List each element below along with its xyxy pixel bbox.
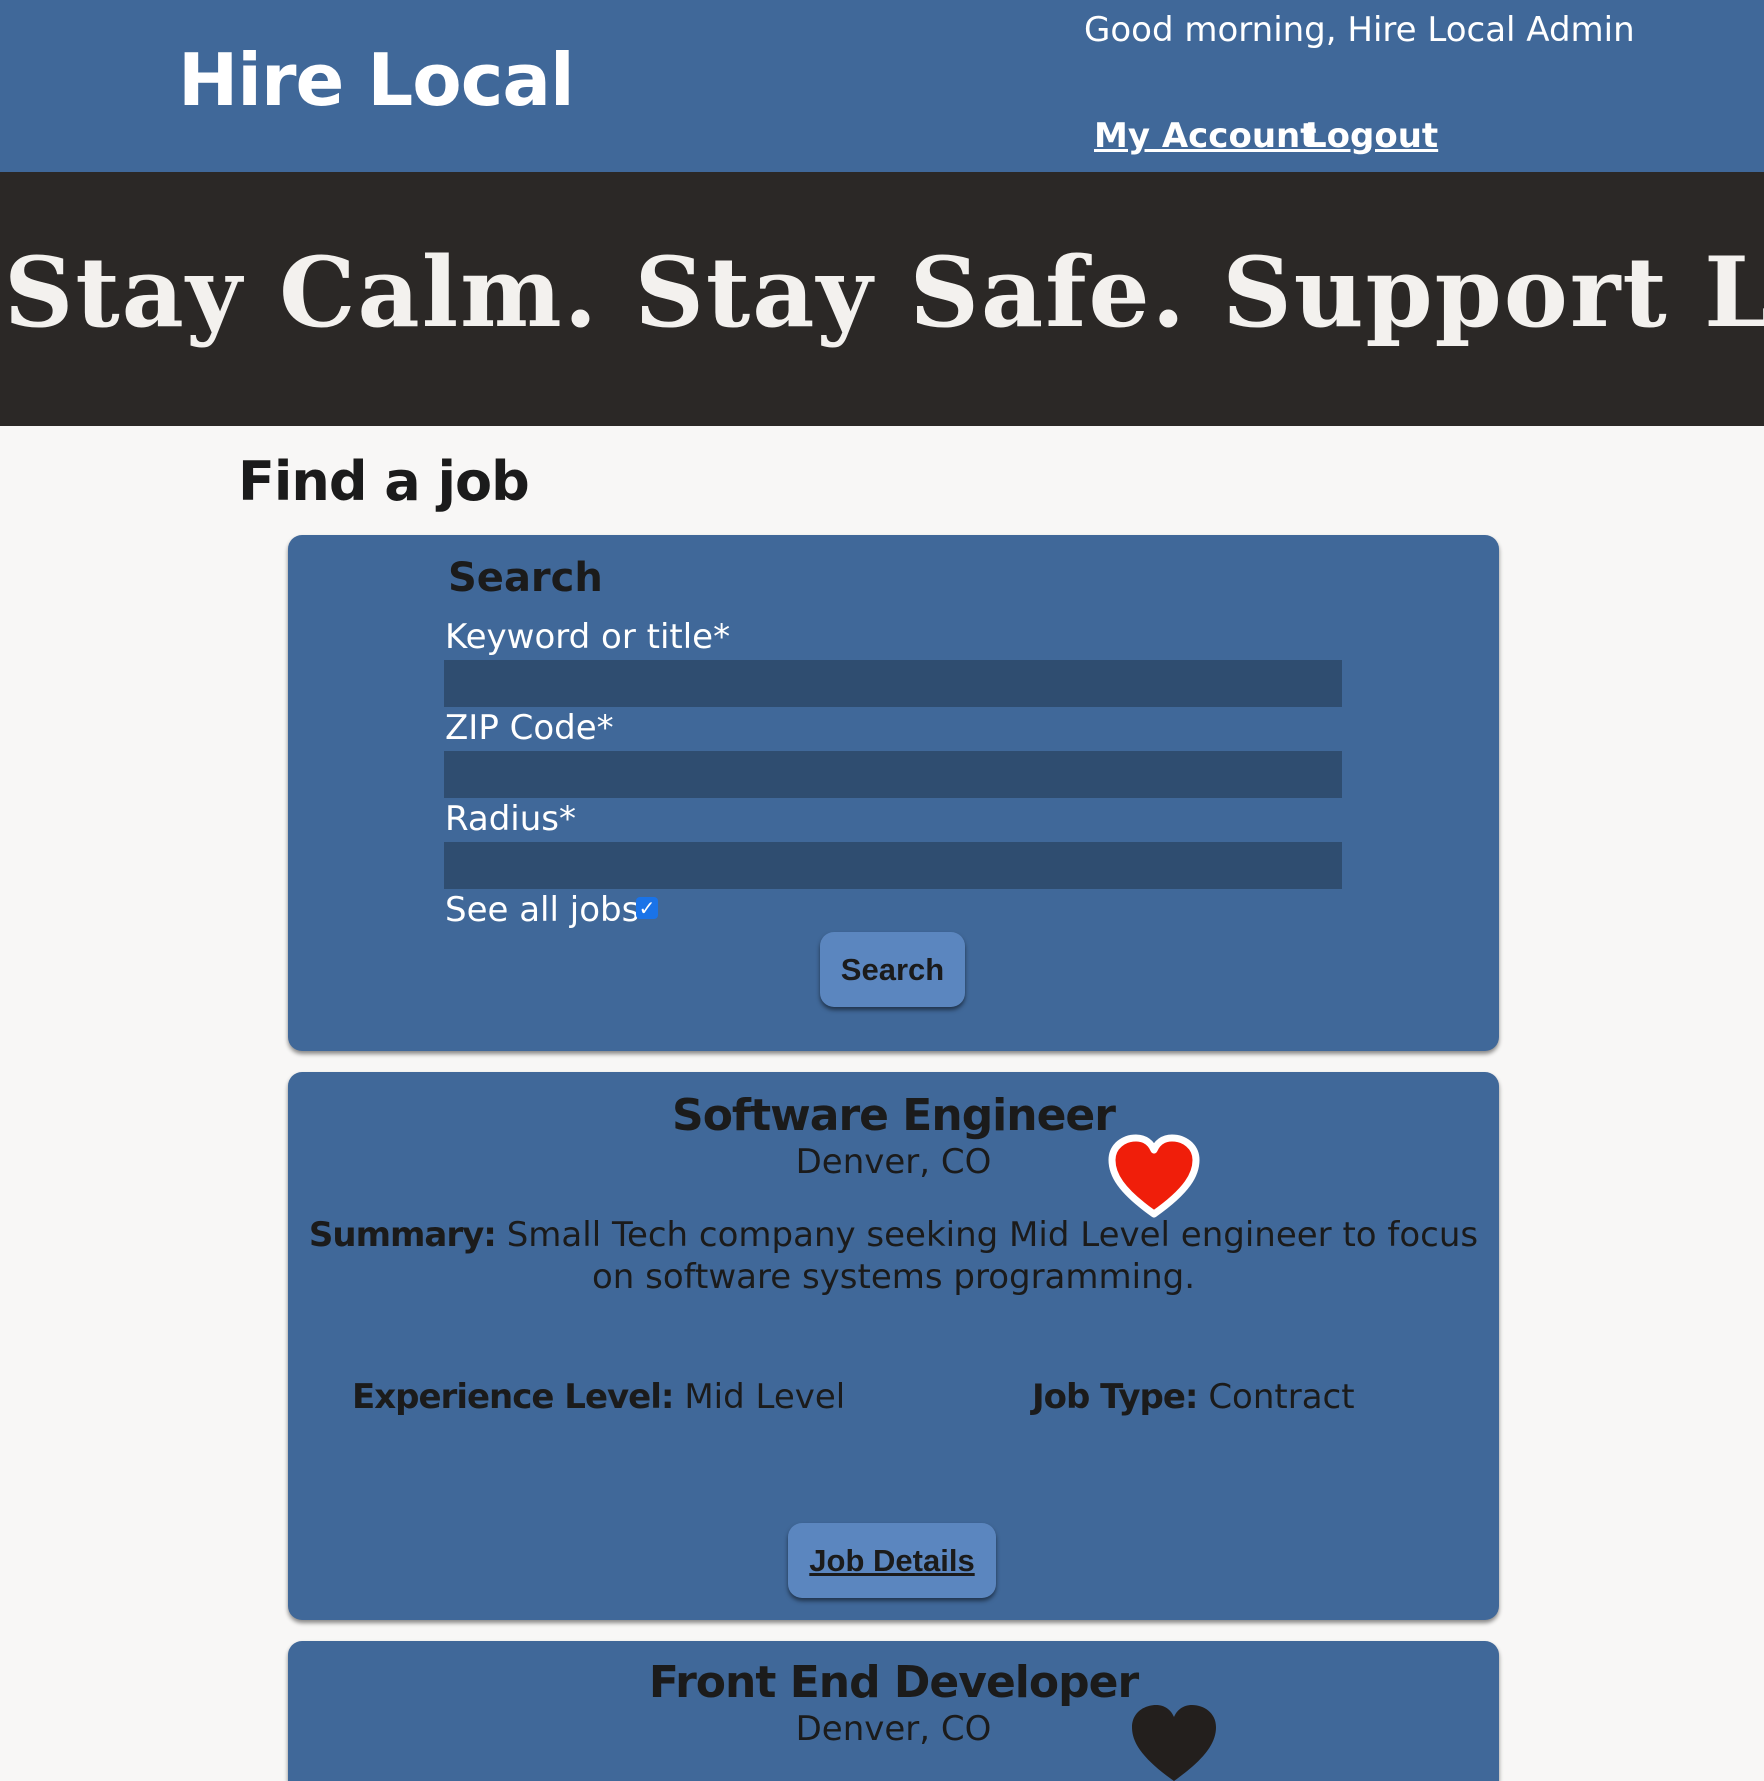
my-account-link[interactable]: My Account — [1094, 116, 1316, 156]
experience-level: Experience Level: Mid Level — [352, 1377, 845, 1417]
heart-icon[interactable] — [1106, 1134, 1202, 1222]
experience-label: Experience Level: — [352, 1377, 674, 1417]
see-all-jobs-checkbox[interactable]: ✓ — [636, 897, 658, 919]
hero-banner: Stay Calm. Stay Safe. Support Local. — [0, 172, 1764, 426]
checkmark-icon: ✓ — [638, 896, 656, 920]
brand-logo[interactable]: Hire Local — [178, 38, 575, 122]
heart-icon[interactable] — [1126, 1701, 1222, 1781]
job-title: Front End Developer — [648, 1657, 1139, 1708]
summary-text: Small Tech company seeking Mid Level eng… — [506, 1215, 1479, 1297]
job-details-button[interactable]: Job Details — [788, 1523, 996, 1598]
site-header: Hire Local Good morning, Hire Local Admi… — [0, 0, 1764, 172]
search-panel: Search Keyword or title* ZIP Code* Radiu… — [288, 535, 1499, 1051]
experience-value: Mid Level — [684, 1377, 846, 1417]
search-button[interactable]: Search — [820, 932, 965, 1007]
see-all-jobs-label: See all jobs — [445, 890, 640, 930]
summary-label: Summary: — [308, 1215, 497, 1255]
zip-input[interactable] — [444, 751, 1342, 798]
logout-link[interactable]: Logout — [1305, 116, 1438, 156]
search-heading: Search — [448, 555, 603, 601]
job-card: Software Engineer Denver, CO Summary: Sm… — [288, 1072, 1499, 1620]
radius-input[interactable] — [444, 842, 1342, 889]
keyword-input[interactable] — [444, 660, 1342, 707]
job-summary: Summary: Small Tech company seeking Mid … — [308, 1214, 1479, 1298]
greeting-text: Good morning, Hire Local Admin — [1084, 10, 1635, 50]
job-card: Front End Developer Denver, CO — [288, 1641, 1499, 1781]
job-type-label: Job Type: — [1032, 1377, 1198, 1417]
keyword-label: Keyword or title* — [445, 617, 731, 657]
job-type-value: Contract — [1208, 1377, 1355, 1417]
job-type: Job Type: Contract — [1032, 1377, 1355, 1417]
job-location: Denver, CO — [795, 1142, 992, 1182]
zip-label: ZIP Code* — [445, 708, 614, 748]
job-title: Software Engineer — [672, 1090, 1116, 1141]
page-title: Find a job — [238, 450, 530, 513]
banner-slogan: Stay Calm. Stay Safe. Support Local. — [4, 236, 1764, 349]
job-location: Denver, CO — [795, 1709, 992, 1749]
radius-label: Radius* — [445, 799, 577, 839]
